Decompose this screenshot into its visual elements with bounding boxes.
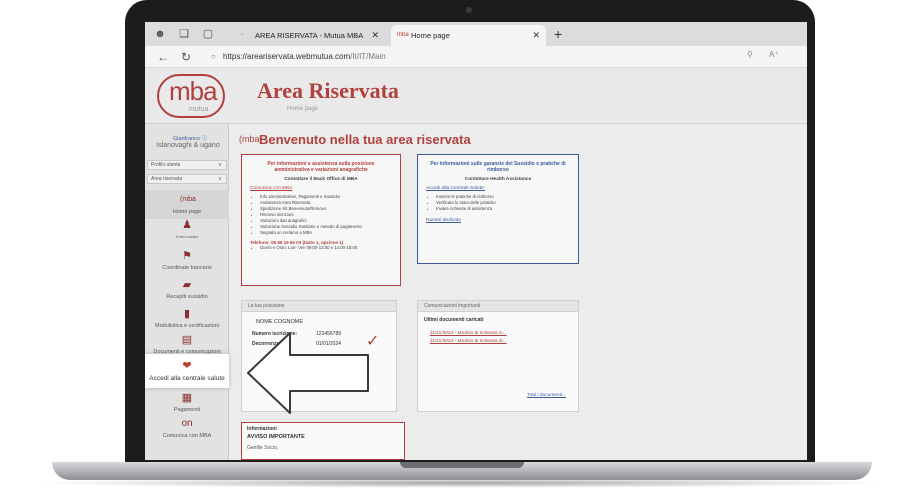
tab-home-page[interactable]: mba Home page ✕ [391, 25, 546, 46]
health-icon: ❤ [182, 360, 192, 372]
new-tab-icon[interactable]: + [554, 25, 562, 43]
sidebar-item-label: Accedi alla centrale salute [149, 375, 225, 382]
sidebar-item-coordinate-bancarie[interactable]: ⚑ Coordinate bancarie [145, 250, 229, 271]
tab-label: Home page [411, 31, 450, 40]
page-title: Area Riservata [257, 78, 399, 103]
communications-panel-heading: Comunicazioni importanti [418, 301, 578, 312]
admin-box-title: Per informazioni e assistenza sulla posi… [267, 161, 375, 173]
mba-icon: (mba [180, 196, 196, 203]
health-info-box: Per informazioni sulle garanzie del Suss… [417, 154, 579, 264]
list-item: Inviare richieste di assistenza [436, 206, 570, 212]
sidebar-item-recapiti[interactable]: ▰ Recapiti sussidio [145, 279, 229, 300]
sidebar-item-centrale-salute[interactable]: ❤ Accedi alla centrale salute [145, 354, 229, 388]
member-name: NOME COGNOME [256, 319, 304, 325]
sidebar-item-comunica[interactable]: on Comunica con MBA [145, 418, 229, 439]
close-tab-icon[interactable]: ✕ [532, 25, 540, 46]
list-item: Segnala un reclamo a MBA [260, 230, 392, 236]
sidebar-item-home[interactable]: (mba Home page [145, 190, 229, 219]
area-select[interactable]: Area riservata ∨ [147, 174, 227, 184]
sidebar-item-label: Modulistica e certificazioni [155, 323, 219, 329]
document-icon: ▮ [183, 308, 191, 320]
info-title: AVVISO IMPORTANTE [247, 434, 305, 440]
communications-panel: Comunicazioni importanti Ultimi document… [417, 300, 579, 412]
sidebar-item-pagamenti[interactable]: ▦ Pagamenti [145, 392, 229, 413]
profile-select[interactable]: Profilo utente ∨ [147, 160, 227, 170]
tab-bar: ☻ ❏ ▢ ◦ AREA RISERVATA - Mutua MBA ✕ mba… [145, 22, 807, 46]
health-box-subtitle: Contattare Health Assistance [464, 177, 532, 182]
communications-title: Ultimi documenti caricati [424, 317, 484, 323]
pointer-arrow-icon [247, 332, 369, 414]
chevron-down-icon: ∨ [218, 162, 222, 168]
comunica-link[interactable]: Comunica con MBA [250, 186, 392, 191]
sidebar-item-nucleo[interactable]: ♟ Il mio nucleo [145, 219, 229, 240]
page-subtitle: Home page [287, 106, 319, 112]
all-documents-link[interactable]: Tutti i documenti... [527, 393, 566, 398]
tab-label: AREA RISERVATA - Mutua MBA [255, 31, 364, 40]
health-bullet-list: Inserire le pratiche di rimborso Verific… [436, 194, 570, 212]
folder-icon: ▤ [181, 334, 193, 346]
centrale-salute-link[interactable]: Accedi alla Centrale Salute: [426, 186, 570, 191]
admin-bullet-list: Info amministrative, Pagamenti e Sussidi… [260, 194, 392, 236]
chevron-down-icon: ∨ [218, 176, 222, 182]
reload-icon[interactable]: ↻ [181, 49, 191, 65]
money-icon: ▰ [182, 279, 192, 291]
read-aloud-icon[interactable]: A⁺ [769, 50, 779, 59]
camera-dot [466, 7, 472, 13]
welcome-heading: Benvenuto nella tua area riservata [259, 132, 471, 147]
position-panel-heading: La tua posizione [242, 301, 396, 312]
health-box-title: Per informazioni sulle garanzie del Suss… [430, 161, 566, 173]
mba-logo[interactable]: mba mutua [157, 74, 225, 118]
url-field[interactable]: ○ https://areariservata.webmutua.com/It/… [209, 49, 729, 65]
workspaces-icon[interactable]: ❏ [177, 27, 191, 41]
sidebar-item-label: Recapiti sussidio [166, 294, 208, 300]
sidebar-item-label: Home page [172, 209, 202, 215]
page-favicon-icon: ◦ [241, 32, 244, 38]
info-text: Gentile Socio, [247, 445, 279, 451]
logo-subtext: mutua [189, 106, 209, 113]
info-panel: Informazioni AVVISO IMPORTANTE Gentile S… [241, 422, 405, 460]
info-panel-heading: Informazioni [247, 426, 277, 432]
sidebar-item-label: Pagamenti [173, 407, 201, 413]
area-select-label: Area riservata [151, 176, 183, 182]
people-icon: ♟ [182, 219, 192, 231]
user-name[interactable]: Gianfranco ⓘ [153, 134, 227, 142]
sidebar: Gianfranco ⓘ Islanovaghi & ugano Profilo… [145, 124, 229, 460]
url-domain: https://areariservata.webmutua.com [223, 52, 351, 61]
laptop-notch [400, 462, 524, 468]
sidebar-item-label: Il mio nucleo [175, 234, 199, 239]
lock-icon: ○ [211, 52, 216, 61]
profile-icon[interactable]: ☻ [153, 27, 167, 41]
admin-info-box: Per informazioni e assistenza sulla posi… [241, 154, 401, 286]
logo-text: mba [169, 76, 218, 106]
zoom-icon[interactable]: ⚲ [747, 50, 753, 59]
tab-actions-icon[interactable]: ▢ [201, 27, 215, 41]
sidebar-item-documenti[interactable]: ▤ Documenti e comunicazioni [145, 334, 229, 355]
mba-small-logo-icon: (mba [239, 134, 260, 144]
user-org: Islanovaghi & ugano [156, 142, 220, 149]
admin-box-subtitle: Contattare il Back Office di MBA [284, 177, 358, 182]
back-icon[interactable]: ← [157, 49, 169, 65]
web-page: mba mutua Area Riservata Home page Gianf… [145, 68, 807, 460]
mba-favicon-icon: mba [397, 32, 409, 38]
chat-icon: on [181, 418, 193, 429]
tab-area-riservata[interactable]: ◦ AREA RISERVATA - Mutua MBA ✕ [235, 25, 385, 46]
url-path: /It/IT/Main [350, 52, 386, 61]
sidebar-item-label: Coordinate bancarie [162, 265, 212, 271]
screen: ☻ ❏ ▢ ◦ AREA RISERVATA - Mutua MBA ✕ mba… [145, 22, 807, 460]
sidebar-item-label: Comunica con MBA [162, 433, 212, 439]
close-tab-icon[interactable]: ✕ [371, 25, 379, 46]
document-link[interactable]: 11/11/2024 - Modulo di richiesta in... [430, 331, 507, 336]
profile-select-label: Profilo utente [151, 162, 181, 168]
numeri-dedicato-link[interactable]: Numeri dedicato [426, 218, 570, 223]
payment-icon: ▦ [181, 392, 193, 404]
bank-icon: ⚑ [182, 250, 192, 262]
address-bar: ← ↻ ○ https://areariservata.webmutua.com… [145, 46, 807, 68]
document-link[interactable]: 11/11/2024 - Modulo di richiesta di... [430, 339, 507, 344]
office-hours: Giorni e Orari: Lun- Ven 09:00-13:00 e 1… [260, 245, 392, 251]
sidebar-item-modulistica[interactable]: ▮ Modulistica e certificazioni [145, 308, 229, 329]
site-header: mba mutua Area Riservata Home page [145, 68, 807, 124]
